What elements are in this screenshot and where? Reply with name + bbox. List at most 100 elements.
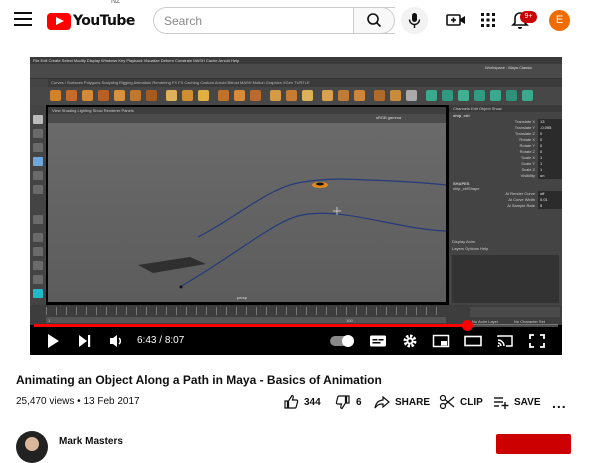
save-label: SAVE (514, 396, 541, 408)
subscribe-button[interactable] (496, 434, 571, 454)
play-icon (48, 334, 59, 348)
select-tool-icon (33, 115, 43, 124)
video-title: Animating an Object Along a Path in Maya… (16, 373, 382, 387)
shelf-icon (270, 90, 281, 101)
dislike-count: 6 (356, 396, 362, 408)
video-camera-plus-icon (446, 14, 465, 26)
youtube-logo[interactable]: YouTube (47, 12, 135, 30)
shape-channel-list: Ai Render Curve off Ai Curve Width 0.01 Ai S… (449, 191, 562, 209)
save-button[interactable]: SAVE (493, 394, 541, 410)
shelf-icon (114, 90, 125, 101)
cast-button[interactable] (496, 333, 514, 349)
maya-shelf (30, 87, 562, 105)
youtube-logo-icon (47, 12, 71, 30)
channel-avatar[interactable] (16, 431, 48, 463)
fullscreen-button[interactable] (528, 333, 546, 349)
motion-path-curve (138, 178, 446, 289)
clip-label: CLIP (460, 396, 483, 408)
maya-menu-bar: File Edit Create Select Modify Display W… (30, 57, 562, 64)
time-display: 6:43 / 8:07 (137, 335, 185, 346)
channel-value[interactable]: 5 (538, 203, 562, 209)
paint-tool-icon (33, 143, 43, 152)
playlist-add-icon (494, 397, 509, 409)
channel-name[interactable]: Mark Masters (59, 436, 123, 447)
share-label: SHARE (395, 396, 431, 408)
shelf-icon (338, 90, 349, 101)
skip-next-icon (79, 335, 91, 347)
duration: 8:07 (164, 335, 185, 346)
shelf-icon (458, 90, 469, 101)
volume-button[interactable] (108, 333, 126, 349)
microphone-icon (408, 13, 421, 28)
shelf-icon (250, 90, 261, 101)
apps-button[interactable] (479, 11, 497, 29)
dislike-button[interactable]: 6 (335, 394, 362, 410)
layout-icon (33, 275, 43, 284)
shelf-icon (218, 90, 229, 101)
rotate-tool-icon (33, 171, 43, 180)
shelf-icon (474, 90, 485, 101)
shelf-icon (98, 90, 109, 101)
apps-grid-icon (481, 13, 495, 27)
menu-icon[interactable] (14, 12, 32, 28)
voice-search-button[interactable] (401, 7, 428, 34)
shelf-icon (82, 90, 93, 101)
subtitles-button[interactable] (369, 333, 387, 349)
range-slider: 1 100 (46, 317, 446, 323)
video-meta: 25,470 views • 13 Feb 2017 (16, 396, 140, 407)
play-button[interactable] (44, 333, 62, 349)
gear-icon (403, 334, 417, 348)
maya-workspace: Workspace : Maya Classic (484, 65, 532, 70)
shapes-label: SHAPES (453, 181, 470, 186)
share-button[interactable]: SHARE (374, 394, 430, 410)
layer-tabs: Display Anim (452, 239, 476, 244)
layout-icon (33, 233, 43, 242)
shelf-icon (390, 90, 401, 101)
shelf-icon (374, 90, 385, 101)
like-button[interactable]: 344 (283, 394, 321, 410)
thumbs-up-icon (284, 394, 299, 409)
miniplayer-button[interactable] (432, 333, 450, 349)
shelf-icon (234, 90, 245, 101)
current-time: 6:43 (137, 335, 157, 346)
camera-label: persp (237, 295, 248, 300)
channel-box: Channels Edit Object Show ship_ctrl Tran… (449, 105, 562, 305)
playback-controls: No Anim Layer No Character Set (470, 307, 560, 324)
theater-mode-button[interactable] (464, 333, 482, 349)
fullscreen-icon (529, 334, 545, 348)
channel-value[interactable]: on (538, 173, 562, 179)
shelf-icon (50, 90, 61, 101)
object-name: ship_ctrl (453, 113, 470, 118)
channel-row[interactable]: Ai Sample Rate 5 (449, 203, 562, 209)
time-slider (46, 307, 446, 315)
channel-label: Ai Sample Rate (507, 203, 535, 208)
top-bar: YouTube NZ Search 9+ E (0, 0, 594, 42)
volume-icon (110, 335, 122, 347)
layer-menu: Layers Options Help (452, 246, 489, 251)
settings-button[interactable] (401, 333, 419, 349)
maya-timeline: 1 100 No Anim Layer No Character Set (30, 305, 562, 325)
shelf-icon (182, 90, 193, 101)
shelf-icon (354, 90, 365, 101)
layout-icon (33, 215, 43, 224)
search-button[interactable] (353, 7, 395, 34)
country-code: NZ (111, 0, 121, 5)
create-button[interactable] (446, 11, 466, 29)
channel-list: Translate X 13 Translate Y -0.095 Translate … (449, 119, 562, 179)
next-button[interactable] (76, 333, 94, 349)
autoplay-toggle[interactable] (330, 335, 354, 347)
video-player[interactable]: File Edit Create Select Modify Display W… (30, 57, 562, 355)
more-actions-button[interactable]: ... (552, 395, 567, 411)
theater-mode-icon (464, 335, 482, 347)
miniplayer-icon (432, 334, 450, 348)
thumbs-down-icon (335, 395, 350, 410)
clip-button[interactable]: CLIP (439, 394, 483, 410)
notification-badge: 9+ (520, 11, 537, 23)
shelf-icon (66, 90, 77, 101)
account-avatar[interactable]: E (549, 10, 570, 31)
maya-toolbar-row (30, 72, 562, 79)
shelf-icon (506, 90, 517, 101)
channel-box-menu: Channels Edit Object Show (449, 105, 562, 112)
shelf-icon (198, 90, 209, 101)
captions-icon (370, 335, 386, 347)
